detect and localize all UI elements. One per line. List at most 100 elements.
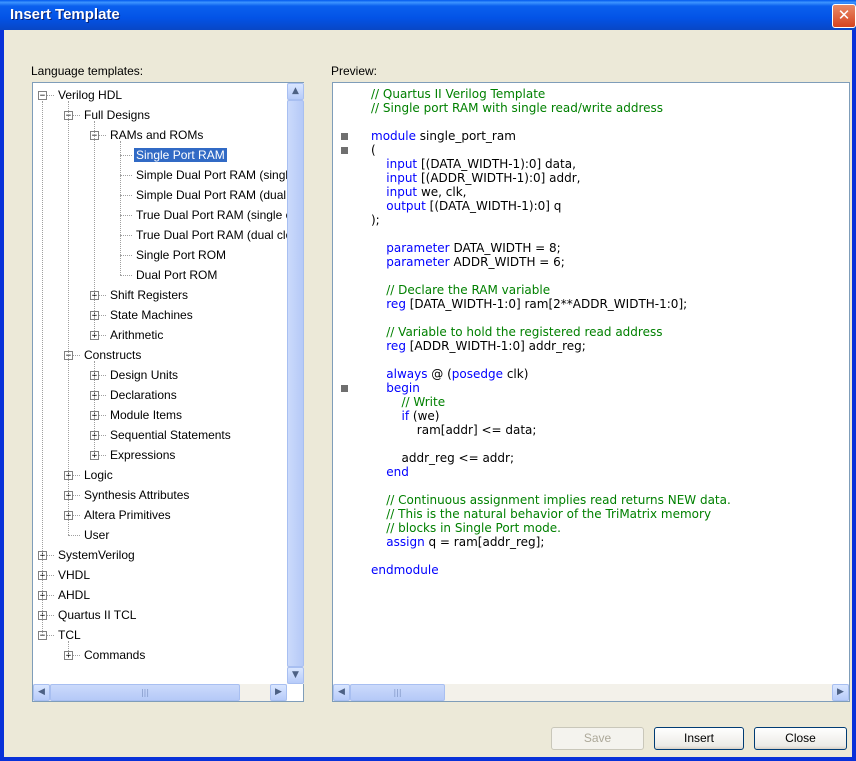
code-preview: // Quartus II Verilog Template// Single … — [333, 83, 849, 684]
fold-marker-icon[interactable] — [341, 133, 348, 140]
code-line: begin — [371, 381, 420, 395]
tree-item[interactable]: Verilog HDL — [56, 85, 124, 105]
code-line: // Single port RAM with single read/writ… — [371, 101, 663, 115]
tree-scroll-right-button[interactable]: ▶ — [270, 684, 287, 701]
code-line: ); — [371, 213, 380, 227]
tree-item[interactable]: True Dual Port RAM (dual clock) — [134, 225, 287, 245]
collapse-icon[interactable]: − — [38, 91, 47, 101]
preview-scroll-right-button[interactable]: ▶ — [832, 684, 849, 701]
preview-horizontal-scrollbar[interactable]: ◀ ||| ▶ — [333, 684, 849, 701]
code-keyword: input — [386, 185, 418, 199]
code-comment: // Declare the RAM variable — [386, 283, 551, 297]
close-icon[interactable]: ✕ — [832, 4, 856, 28]
tree-connector — [120, 215, 132, 216]
code-text: [(ADDR_WIDTH-1):0] addr, — [417, 171, 581, 185]
tree-item[interactable]: Single Port RAM — [134, 145, 227, 165]
tree-item[interactable]: Full Designs — [82, 105, 152, 125]
code-line: // Declare the RAM variable — [371, 283, 550, 297]
tree-item-label: RAMs and ROMs — [110, 128, 204, 142]
code-keyword: input — [386, 157, 418, 171]
code-line: parameter ADDR_WIDTH = 6; — [371, 255, 565, 269]
tree-item[interactable]: Single Port ROM — [134, 245, 228, 265]
tree-item[interactable]: Quartus II TCL — [56, 605, 138, 625]
code-line: module single_port_ram — [371, 129, 516, 143]
tree-item[interactable]: Design Units — [108, 365, 180, 385]
tree-item[interactable]: Commands — [82, 645, 147, 665]
tree-item-label: Sequential Statements — [110, 428, 231, 442]
tree-scroll-left-button[interactable]: ◀ — [33, 684, 50, 701]
tree-item-label: TCL — [58, 628, 81, 642]
code-keyword: module — [371, 129, 416, 143]
title-bar[interactable]: Insert Template ✕ — [0, 0, 856, 30]
preview-scroll-left-button[interactable]: ◀ — [333, 684, 350, 701]
code-comment: // blocks in Single Port mode. — [386, 521, 561, 535]
tree-horizontal-scrollbar[interactable]: ◀ ||| ▶ — [33, 684, 287, 701]
tree-viewport: − Verilog HDL − Full Designs − RAMs and ROMs S… — [33, 83, 287, 684]
tree-vertical-scrollbar[interactable]: ▲ ▼ — [287, 83, 304, 684]
fold-marker-icon[interactable] — [341, 385, 348, 392]
tree-item[interactable]: Expressions — [108, 445, 177, 465]
tree-item-label: Arithmetic — [110, 328, 164, 342]
code-text: we, clk, — [417, 185, 467, 199]
tree-item[interactable]: SystemVerilog — [56, 545, 137, 565]
code-comment: // Write — [401, 395, 446, 409]
code-keyword: parameter — [386, 241, 450, 255]
code-line: ( — [371, 143, 376, 157]
code-line: reg [ADDR_WIDTH-1:0] addr_reg; — [371, 339, 586, 353]
tree-item[interactable]: Module Items — [108, 405, 184, 425]
tree-scroll-up-button[interactable]: ▲ — [287, 83, 304, 100]
tree-item[interactable]: Simple Dual Port RAM (single clock) — [134, 165, 287, 185]
tree-item[interactable]: Shift Registers — [108, 285, 190, 305]
tree-guide — [94, 121, 95, 335]
code-keyword: assign — [386, 535, 425, 549]
tree-connector — [120, 175, 132, 176]
code-text: DATA_WIDTH = 8; — [449, 241, 561, 255]
code-keyword: input — [386, 171, 418, 185]
insert-button[interactable]: Insert — [654, 727, 744, 750]
code-text: [ADDR_WIDTH-1:0] addr_reg; — [405, 339, 586, 353]
tree-item-label: Single Port RAM — [134, 148, 227, 162]
tree-scroll-down-button[interactable]: ▼ — [287, 667, 304, 684]
code-keyword: posedge — [451, 367, 504, 381]
code-text: ); — [371, 213, 380, 227]
code-text: single_port_ram — [415, 129, 516, 143]
code-keyword: output — [386, 199, 426, 213]
code-line: endmodule — [371, 563, 439, 577]
tree-item[interactable]: State Machines — [108, 305, 195, 325]
preview-pane[interactable]: // Quartus II Verilog Template// Single … — [332, 82, 850, 702]
preview-horizontal-thumb[interactable]: ||| — [350, 684, 445, 701]
tree-item[interactable]: RAMs and ROMs — [108, 125, 205, 145]
tree-vertical-thumb[interactable] — [287, 100, 304, 667]
tree-item[interactable]: AHDL — [56, 585, 92, 605]
tree-item[interactable]: VHDL — [56, 565, 92, 585]
tree-item[interactable]: Sequential Statements — [108, 425, 233, 445]
fold-marker-icon[interactable] — [341, 147, 348, 154]
tree-item[interactable]: Logic — [82, 465, 115, 485]
tree-guide — [94, 361, 95, 455]
tree-item[interactable]: Arithmetic — [108, 325, 165, 345]
tree-connector — [120, 195, 132, 196]
tree-item[interactable]: Declarations — [108, 385, 179, 405]
tree-item[interactable]: Altera Primitives — [82, 505, 173, 525]
save-button[interactable]: Save — [551, 727, 644, 750]
tree-item[interactable]: True Dual Port RAM (single clock) — [134, 205, 287, 225]
tree-item[interactable]: Simple Dual Port RAM (dual clock) — [134, 185, 287, 205]
close-button[interactable]: Close — [754, 727, 847, 750]
tree-item-label: Full Designs — [84, 108, 151, 122]
tree-horizontal-thumb[interactable]: ||| — [50, 684, 240, 701]
tree-guide — [68, 641, 69, 655]
tree-item[interactable]: Dual Port ROM — [134, 265, 219, 285]
template-tree[interactable]: − Verilog HDL − Full Designs − RAMs and ROMs S… — [32, 82, 304, 702]
code-text: ( — [371, 143, 376, 157]
tree-item[interactable]: Synthesis Attributes — [82, 485, 191, 505]
tree-item[interactable]: TCL — [56, 625, 83, 645]
tree-item[interactable]: User — [82, 525, 111, 545]
tree-item[interactable]: Constructs — [82, 345, 143, 365]
